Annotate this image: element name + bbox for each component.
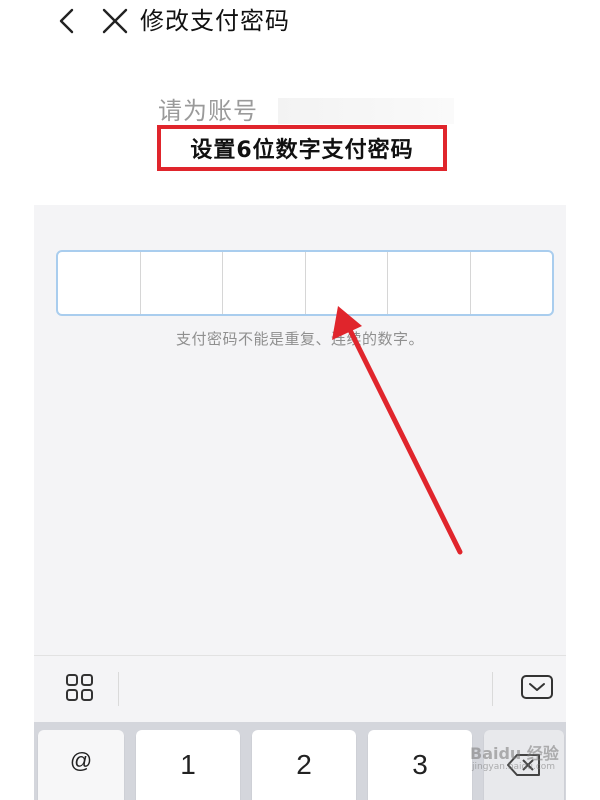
pin-hint-text: 支付密码不能是重复、连续的数字。 bbox=[175, 330, 424, 348]
pin-digit-box[interactable] bbox=[223, 252, 306, 314]
grid-icon[interactable] bbox=[60, 668, 100, 708]
page-title: 修改支付密码 bbox=[140, 7, 290, 35]
highlight-box: 设置6位数字支付密码 bbox=[157, 125, 447, 171]
account-prompt-label: 请为账号 bbox=[158, 97, 258, 125]
watermark-logo: Baidu 经验 bbox=[470, 744, 559, 763]
pin-digit-box[interactable] bbox=[306, 252, 388, 314]
key-2[interactable]: 2 bbox=[252, 730, 356, 800]
top-bar: 修改支付密码 bbox=[0, 0, 600, 48]
close-icon[interactable] bbox=[100, 6, 130, 36]
pin-digit-box[interactable] bbox=[388, 252, 471, 314]
pin-digit-box[interactable] bbox=[471, 252, 553, 314]
key-1[interactable]: 1 bbox=[136, 730, 240, 800]
pin-input[interactable] bbox=[56, 250, 554, 316]
account-name-redacted bbox=[278, 98, 454, 124]
watermark-url: jingyan.baidu.com bbox=[472, 762, 556, 772]
chevron-left-icon[interactable] bbox=[52, 6, 82, 36]
keyboard-hide-icon[interactable] bbox=[518, 672, 556, 704]
pin-digit-box[interactable] bbox=[58, 252, 141, 314]
key-at[interactable]: @ bbox=[38, 730, 124, 800]
toolbar-divider bbox=[118, 672, 119, 706]
pin-digit-box[interactable] bbox=[141, 252, 223, 314]
toolbar-divider bbox=[492, 672, 493, 706]
keyboard-toolbar bbox=[34, 655, 566, 722]
instruction-headline: 设置6位数字支付密码 bbox=[190, 138, 414, 163]
key-3[interactable]: 3 bbox=[368, 730, 472, 800]
